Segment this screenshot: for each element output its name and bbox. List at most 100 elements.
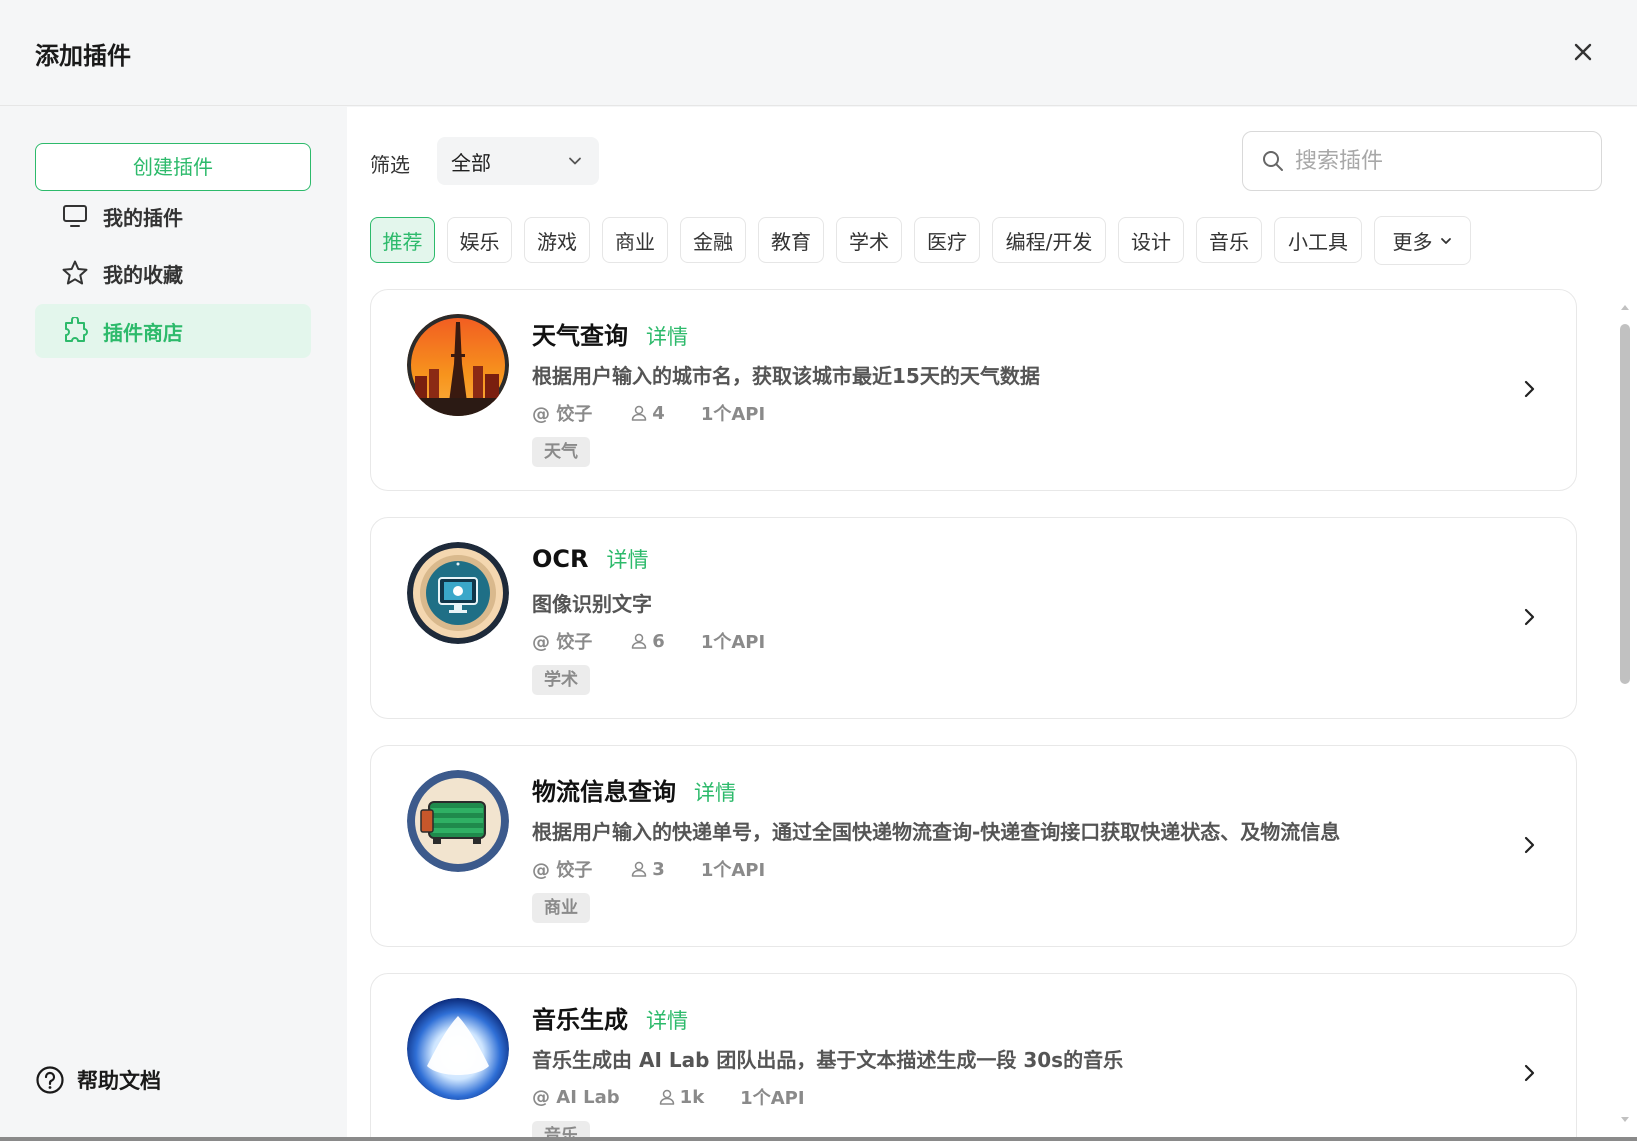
plugin-user-count: 3 xyxy=(652,858,665,880)
plugin-api-count: 1个API xyxy=(700,860,766,881)
user-icon xyxy=(632,633,647,649)
tab-recommended[interactable]: 推荐 xyxy=(370,217,435,263)
dialog-title: 添加插件 xyxy=(35,42,131,70)
plugin-detail-link[interactable]: 详情 xyxy=(646,321,688,351)
help-docs-link[interactable]: 帮助文档 xyxy=(35,1065,161,1095)
plugin-title: OCR xyxy=(532,545,589,573)
chevron-right-icon xyxy=(1524,380,1535,398)
tab-medical[interactable]: 医疗 xyxy=(914,217,980,263)
sidebar-item-label: 我的插件 xyxy=(103,205,183,230)
plugin-meta: @ 饺子 3 1个API xyxy=(532,856,765,882)
plugin-list: 天气查询 详情 根据用户输入的城市名，获取该城市最近15天的天气数据 @ 饺子 … xyxy=(370,289,1577,1137)
plugin-user-count: 1k xyxy=(679,1086,705,1108)
plugin-title-line: 物流信息查询 详情 xyxy=(532,772,736,807)
plugin-description: 图像识别文字 xyxy=(532,592,652,616)
dialog-header: 添加插件 xyxy=(0,0,1637,106)
tab-more-label: 更多 xyxy=(1392,230,1433,254)
close-button[interactable] xyxy=(1569,38,1597,66)
plugin-description: 音乐生成由 AI Lab 团队出品，基于文本描述生成一段 30s的音乐 xyxy=(532,1048,1124,1072)
create-plugin-button[interactable]: 创建插件 xyxy=(35,143,311,191)
scroll-down-arrow-icon[interactable] xyxy=(1619,1115,1631,1125)
plugin-description: 根据用户输入的快递单号，通过全国快递物流查询-快递查询接口获取快递状态、及物流信… xyxy=(532,820,1341,844)
plugin-tag-badge: 天气 xyxy=(532,437,590,467)
plugin-title: 天气查询 xyxy=(532,322,628,350)
tab-design[interactable]: 设计 xyxy=(1118,217,1184,263)
chevron-right-icon xyxy=(1524,608,1535,626)
plugin-api-count: 1个API xyxy=(700,632,766,653)
add-plugin-dialog: 添加插件 创建插件 我的插件 我的收藏 插件商店 帮助文档 筛选 全部 搜索插件… xyxy=(0,0,1637,1137)
filter-label: 筛选 xyxy=(370,153,410,177)
sidebar-item-favorites[interactable]: 我的收藏 xyxy=(35,246,311,300)
help-circle-icon xyxy=(36,1066,64,1094)
tab-business[interactable]: 商业 xyxy=(602,217,668,263)
tab-education[interactable]: 教育 xyxy=(758,217,824,263)
plugin-user-count: 6 xyxy=(652,630,665,652)
plugin-title-line: 天气查询 详情 xyxy=(532,316,688,351)
plugin-user-count: 4 xyxy=(652,402,665,424)
tab-academic[interactable]: 学术 xyxy=(836,217,902,263)
city-tower-icon xyxy=(407,314,509,416)
plugin-users: 6 xyxy=(630,631,665,652)
monitor-icon xyxy=(61,202,89,230)
plugin-store-main: 筛选 全部 推荐 娱乐 游戏 商业 金融 教育 学术 医疗 编程/开发 设计 音… xyxy=(347,107,1637,1137)
sidebar-item-plugin-store[interactable]: 插件商店 xyxy=(35,304,311,358)
plugin-author: @ AI Lab xyxy=(532,1086,620,1108)
sidebar: 创建插件 我的插件 我的收藏 插件商店 帮助文档 xyxy=(0,107,347,1137)
scroll-up-arrow-icon[interactable] xyxy=(1619,302,1631,312)
plugin-title-line: 音乐生成 详情 xyxy=(532,1000,688,1035)
plugin-card[interactable]: 音乐生成 详情 音乐生成由 AI Lab 团队出品，基于文本描述生成一段 30s… xyxy=(370,973,1577,1137)
user-icon xyxy=(659,1089,674,1105)
tab-more[interactable]: 更多 xyxy=(1374,216,1471,265)
star-icon xyxy=(61,259,89,287)
plugin-meta: @ 饺子 6 1个API xyxy=(532,628,765,654)
plugin-detail-link[interactable]: 详情 xyxy=(694,777,736,807)
search-input-wrapper xyxy=(1242,131,1602,191)
filter-selected-value: 全部 xyxy=(451,150,491,175)
plugin-tag-badge: 商业 xyxy=(532,893,590,923)
monitor-scan-icon xyxy=(407,542,509,644)
chevron-down-icon xyxy=(569,157,581,165)
tab-entertainment[interactable]: 娱乐 xyxy=(447,217,512,263)
puzzle-icon xyxy=(61,317,89,345)
search-icon xyxy=(1263,151,1283,171)
plugin-tag-badge: 学术 xyxy=(532,665,590,695)
tab-programming[interactable]: 编程/开发 xyxy=(992,217,1106,263)
tab-tools[interactable]: 小工具 xyxy=(1274,217,1362,263)
chevron-right-icon xyxy=(1524,836,1535,854)
plugin-author: @ 饺子 xyxy=(532,632,593,653)
tab-music[interactable]: 音乐 xyxy=(1196,217,1262,263)
plugin-api-count: 1个API xyxy=(700,404,766,425)
scrollbar-thumb[interactable] xyxy=(1620,324,1630,684)
plugin-description: 根据用户输入的城市名，获取该城市最近15天的天气数据 xyxy=(532,364,1040,388)
close-icon xyxy=(1574,43,1592,61)
plugin-users: 3 xyxy=(630,859,665,880)
plugin-author: @ 饺子 xyxy=(532,404,593,425)
filter-select[interactable]: 全部 xyxy=(437,137,599,185)
plugin-meta: @ AI Lab 1k 1个API xyxy=(532,1084,805,1110)
tab-finance[interactable]: 金融 xyxy=(680,217,746,263)
plugin-meta: @ 饺子 4 1个API xyxy=(532,400,765,426)
plugin-detail-link[interactable]: 详情 xyxy=(646,1005,688,1035)
plugin-title-line: OCR 详情 xyxy=(532,544,649,574)
sidebar-item-label: 插件商店 xyxy=(103,320,183,345)
user-icon xyxy=(632,405,647,421)
plugin-users: 4 xyxy=(630,403,665,424)
sidebar-item-my-plugins[interactable]: 我的插件 xyxy=(35,189,311,243)
tab-games[interactable]: 游戏 xyxy=(524,217,590,263)
plugin-detail-link[interactable]: 详情 xyxy=(607,544,649,574)
plugin-author: @ 饺子 xyxy=(532,860,593,881)
plugin-card[interactable]: OCR 详情 图像识别文字 @ 饺子 6 1个API 学术 xyxy=(370,517,1577,719)
blue-orb-icon xyxy=(407,998,509,1100)
plugin-tag-badge: 音乐 xyxy=(532,1121,590,1137)
plugin-title: 音乐生成 xyxy=(532,1006,628,1034)
user-icon xyxy=(632,861,647,877)
plugin-users: 1k xyxy=(658,1086,705,1108)
plugin-card[interactable]: 天气查询 详情 根据用户输入的城市名，获取该城市最近15天的天气数据 @ 饺子 … xyxy=(370,289,1577,491)
chevron-down-icon xyxy=(1440,237,1451,244)
plugin-api-count: 1个API xyxy=(740,1088,805,1109)
plugin-title: 物流信息查询 xyxy=(532,778,676,806)
help-docs-label: 帮助文档 xyxy=(77,1069,161,1093)
plugin-card[interactable]: 物流信息查询 详情 根据用户输入的快递单号，通过全国快递物流查询-快递查询接口获… xyxy=(370,745,1577,947)
search-input[interactable] xyxy=(1295,148,1585,174)
sidebar-item-label: 我的收藏 xyxy=(103,262,183,287)
